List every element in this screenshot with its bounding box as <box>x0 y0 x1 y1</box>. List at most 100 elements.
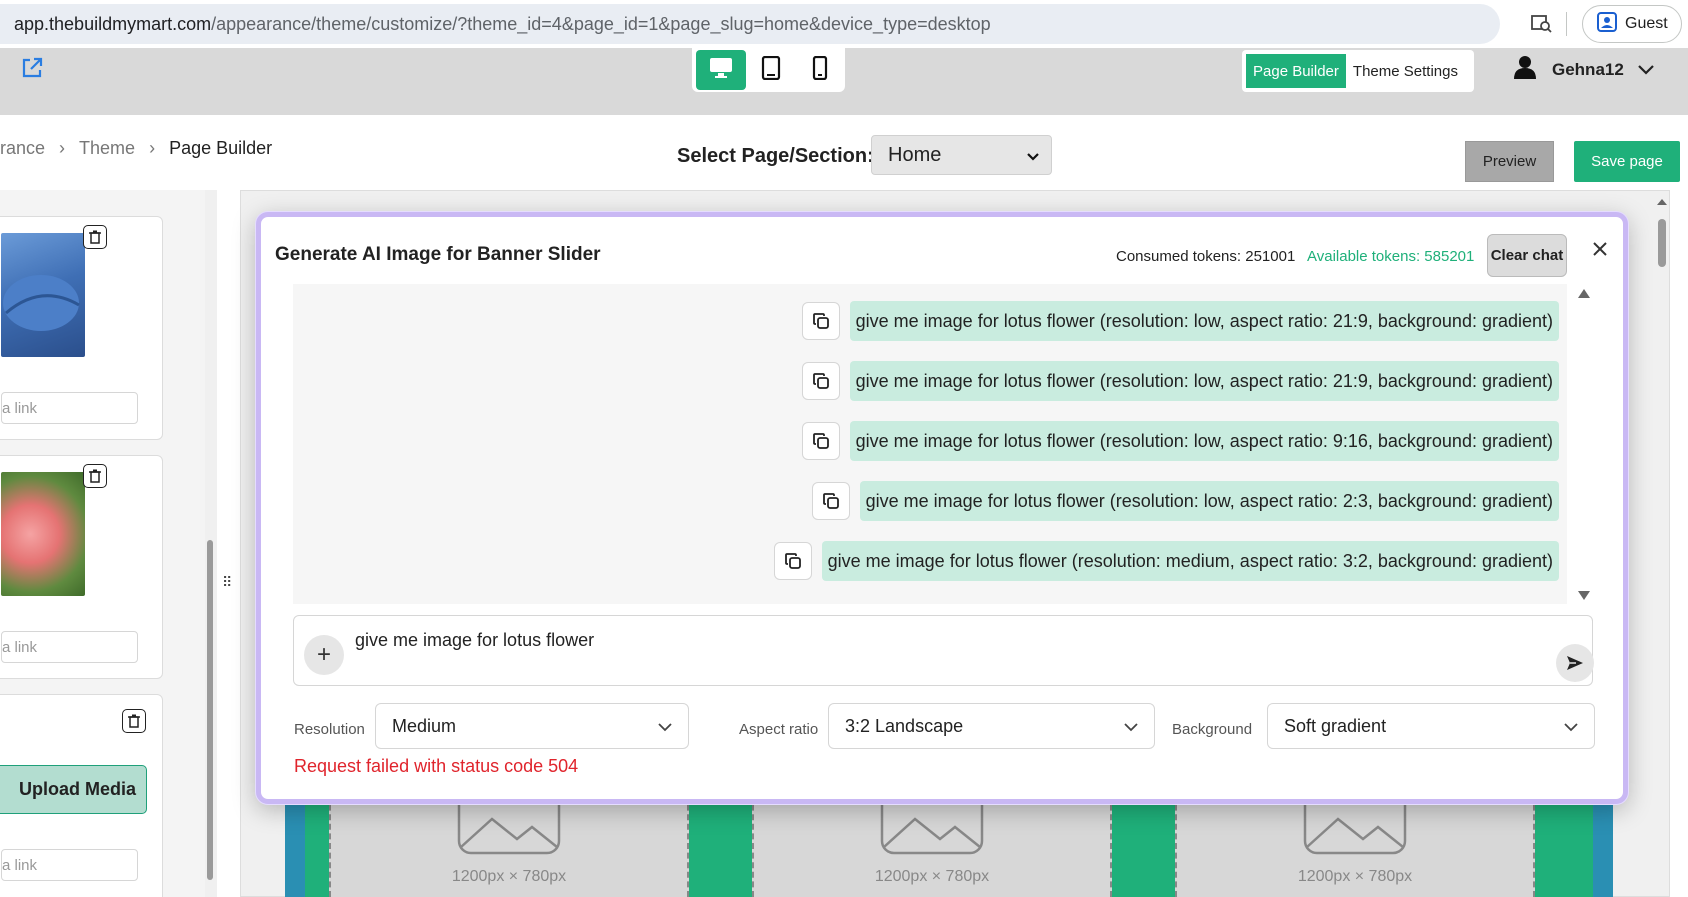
scroll-down-arrow-icon[interactable] <box>1578 591 1590 600</box>
placeholder-size-label: 1200px × 780px <box>1297 868 1413 885</box>
desktop-view-button[interactable] <box>696 50 746 90</box>
chat-message: give me image for lotus flower (resoluti… <box>849 301 1559 341</box>
chat-message: give me image for lotus flower (resoluti… <box>821 541 1559 581</box>
copy-icon[interactable] <box>801 422 840 460</box>
chat-message: give me image for lotus flower (resoluti… <box>859 481 1559 521</box>
chat-message-row: give me image for lotus flower (resoluti… <box>801 301 1559 341</box>
upload-media-button[interactable]: Upload Media <box>0 765 147 814</box>
send-icon[interactable] <box>1556 644 1594 682</box>
scroll-up-arrow-icon[interactable] <box>1578 289 1590 298</box>
username: Gehna12 <box>1552 59 1624 79</box>
cap-image <box>1 233 85 357</box>
device-toggle-group <box>692 48 845 92</box>
error-message: Request failed with status code 504 <box>294 756 579 776</box>
chat-message: give me image for lotus flower (resoluti… <box>849 361 1559 401</box>
link-input[interactable]: a link <box>1 392 138 424</box>
chat-message-row: give me image for lotus flower (resoluti… <box>801 361 1559 401</box>
external-link-icon[interactable] <box>20 56 44 85</box>
close-icon[interactable] <box>1588 237 1612 261</box>
breadcrumb-page-builder: Page Builder <box>169 138 273 158</box>
breadcrumb-appearance[interactable]: rance <box>0 138 45 159</box>
page-select-label: Select Page/Section: <box>677 145 874 167</box>
background-select[interactable]: Soft gradient <box>1267 703 1595 749</box>
chat-history[interactable]: give me image for lotus flower (resoluti… <box>293 284 1567 604</box>
clear-chat-button[interactable]: Clear chat <box>1487 234 1567 277</box>
media-card: a link <box>0 455 163 679</box>
prompt-input[interactable]: + give me image for lotus flower <box>293 615 1594 686</box>
trash-icon[interactable] <box>122 709 146 733</box>
page-select-value: Home <box>888 143 942 166</box>
banner-edge <box>1593 795 1613 897</box>
canvas-scrollbar[interactable] <box>1655 195 1669 897</box>
toolbar-separator <box>1566 12 1567 36</box>
breadcrumb-chevron-icon: › <box>149 138 156 158</box>
image-placeholder-icon <box>457 785 561 855</box>
address-bar[interactable]: app.thebuildmymart.com/appearance/theme/… <box>0 4 1500 44</box>
chat-message: give me image for lotus flower (resoluti… <box>849 421 1559 461</box>
page-select[interactable]: Home <box>871 135 1052 175</box>
user-menu[interactable]: Gehna12 <box>1512 54 1654 85</box>
breadcrumb-chevron-icon: › <box>59 138 66 158</box>
profile-icon <box>1597 11 1617 37</box>
copy-icon[interactable] <box>773 542 812 580</box>
trash-icon[interactable] <box>83 464 107 488</box>
resolution-label: Resolution <box>294 721 365 738</box>
copy-icon[interactable] <box>801 302 840 340</box>
aspect-ratio-label: Aspect ratio <box>739 721 819 738</box>
search-tab-icon[interactable] <box>1528 10 1556 38</box>
guest-label: Guest <box>1625 15 1668 32</box>
mobile-icon <box>812 55 828 85</box>
image-placeholder-icon <box>1303 785 1407 855</box>
media-card: a link <box>0 216 163 440</box>
ai-image-modal: Generate AI Image for Banner Slider Cons… <box>256 212 1628 804</box>
banner-edge <box>285 795 305 897</box>
app-topbar: Page Builder Theme Settings Gehna12 <box>0 48 1688 115</box>
media-sidebar: a link a link a link Upload Media <box>0 190 205 897</box>
image-placeholder-icon <box>880 785 984 855</box>
copy-icon[interactable] <box>811 482 850 520</box>
theme-settings-tab[interactable]: Theme Settings <box>1346 54 1465 88</box>
user-icon <box>1512 54 1538 85</box>
resolution-select[interactable]: Medium <box>375 703 689 749</box>
sidebar-scroll-thumb[interactable] <box>207 540 213 880</box>
copy-icon[interactable] <box>801 362 840 400</box>
drag-handle-icon[interactable]: ⠿ <box>222 574 232 591</box>
url-text: app.thebuildmymart.com/appearance/theme/… <box>14 14 991 35</box>
consumed-tokens: Consumed tokens: 251001 <box>1116 248 1296 265</box>
aspect-ratio-value: 3:2 Landscape <box>845 715 964 736</box>
chat-message-row: give me image for lotus flower (resoluti… <box>773 541 1559 581</box>
chat-message-row: give me image for lotus flower (resoluti… <box>811 481 1559 521</box>
save-page-button[interactable]: Save page <box>1574 141 1680 182</box>
background-value: Soft gradient <box>1284 715 1387 736</box>
guest-profile-button[interactable]: Guest <box>1582 5 1682 43</box>
banner-placeholder[interactable]: 1200px × 780px <box>752 785 1112 897</box>
preview-button[interactable]: Preview <box>1465 141 1554 182</box>
placeholder-size-label: 1200px × 780px <box>451 868 567 885</box>
tablet-view-button[interactable] <box>746 50 796 90</box>
resolution-value: Medium <box>392 715 457 736</box>
available-tokens: Available tokens: 585201 <box>1307 248 1475 265</box>
tablet-icon <box>761 55 781 85</box>
banner-placeholder[interactable]: 1200px × 780px <box>1175 785 1535 897</box>
chat-message-row: give me image for lotus flower (resoluti… <box>801 421 1559 461</box>
mobile-view-button[interactable] <box>795 50 845 90</box>
desktop-icon <box>709 57 733 84</box>
rose-image <box>1 472 85 596</box>
chevron-down-icon <box>1638 60 1654 80</box>
background-label: Background <box>1172 721 1253 738</box>
trash-icon[interactable] <box>83 225 107 249</box>
url-path: /appearance/theme/customize/?theme_id=4&… <box>211 14 991 34</box>
page-builder-tab[interactable]: Page Builder <box>1246 54 1346 88</box>
banner-placeholder[interactable]: 1200px × 780px <box>329 785 689 897</box>
plus-icon[interactable]: + <box>304 635 344 675</box>
builder-mode-group: Page Builder Theme Settings <box>1242 50 1474 92</box>
prompt-input-value: give me image for lotus flower <box>355 630 595 650</box>
link-input[interactable]: a link <box>1 631 138 663</box>
breadcrumb-theme[interactable]: Theme <box>79 138 135 159</box>
aspect-ratio-select[interactable]: 3:2 Landscape <box>828 703 1155 749</box>
breadcrumb: rance › Theme › Page Builder <box>0 138 272 159</box>
modal-title: Generate AI Image for Banner Slider <box>275 244 601 265</box>
link-input[interactable]: a link <box>1 849 138 881</box>
chevron-down-icon <box>1564 716 1578 737</box>
placeholder-size-label: 1200px × 780px <box>874 868 990 885</box>
